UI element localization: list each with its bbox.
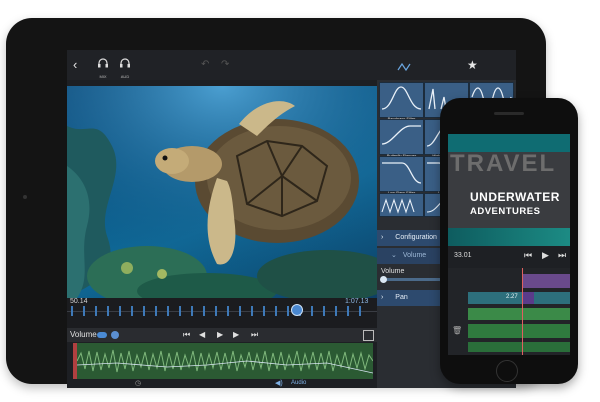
play-icon[interactable]: ▶ [217,328,223,342]
undo-icon[interactable]: ↶ [201,50,209,80]
phone-transport: 33.01 ⏮ ▶ ⏭ [448,246,570,268]
timecode-right: 1:07.13 [345,298,369,305]
clip-time: 2.27 [506,294,518,300]
chevron-right-icon: › [381,294,384,301]
track-label: Volume [70,330,97,339]
phone-screen: TRAVEL UNDERWATER ADVENTURES 33.01 ⏮ ▶ ⏭… [448,134,570,355]
top-toolbar: ‹ MIX AUD ↶ ↷ ★ [67,50,516,80]
bandpass-icon [381,86,422,110]
phone-timeline[interactable]: 2.27 🗑 [448,268,570,355]
phone-timecode: 33.01 [454,252,472,259]
audio-waveform-track[interactable] [77,343,373,379]
skip-end-icon[interactable]: ⏭ [251,328,258,342]
video-preview[interactable] [67,86,377,298]
skip-start-icon[interactable]: ⏮ [183,328,190,342]
tablet-camera [23,195,27,199]
back-icon[interactable]: ‹ [73,50,77,80]
phone-playhead[interactable] [522,268,523,355]
clip-purple-marker[interactable] [522,292,534,304]
title-preview[interactable]: TRAVEL UNDERWATER ADVENTURES [448,134,570,246]
playhead-knob[interactable] [291,304,303,316]
wave-icon [381,198,415,214]
clock-icon[interactable]: ◷ [135,379,141,388]
fx-tile-lowpass[interactable]: Low Pass Filter [379,156,424,195]
phone-speaker [494,112,524,115]
phone-skip-start-icon[interactable]: ⏮ [524,250,532,261]
bottom-bar: ◷ ◀) Audio [67,379,377,388]
title-line-2: ADVENTURES [470,206,541,217]
phone-play-icon[interactable]: ▶ [542,250,549,261]
track-start-marker [73,343,77,379]
flanger-icon [381,125,421,145]
clip-audio-1[interactable] [468,308,570,320]
headphones-aud-button[interactable]: AUD [119,56,131,79]
title-line-1: UNDERWATER [470,190,560,204]
routing-icon [397,62,411,72]
track-control-bar: Volume ⏮ ◀ ▶ ▶ ⏭ [67,328,377,342]
trash-icon[interactable]: 🗑 [452,326,462,335]
headphones-icon [98,58,108,68]
waveform-graphic [77,343,373,379]
step-forward-icon[interactable]: ▶ [233,328,239,342]
configuration-label: Configuration [395,234,437,241]
title-background-text: TRAVEL [450,150,557,177]
routing-button[interactable] [397,59,411,77]
step-back-icon[interactable]: ◀ [199,328,205,342]
fx-tile-flanger[interactable]: Butterfly Flanger [379,119,424,158]
export-icon[interactable] [363,330,374,341]
chevron-down-icon: ⌄ [391,252,397,259]
redo-icon[interactable]: ↷ [221,50,229,80]
scrub-ticks [71,306,371,316]
timecode-left: 50.14 [70,298,88,305]
sea-turtle-image [67,86,377,298]
volume-toggle[interactable] [97,332,107,338]
fx-tile-row4a[interactable] [379,193,424,217]
pan-label: Pan [395,294,408,301]
headphone-label: MIX [99,74,107,79]
record-dot-icon[interactable] [111,331,119,339]
headphones-icon [120,58,130,68]
home-button[interactable] [496,360,518,382]
headphones-mix-button[interactable]: MIX [97,56,109,79]
title-bottom-strip [448,228,570,246]
clip-purple-top[interactable] [522,274,570,288]
phone-skip-end-icon[interactable]: ⏭ [558,250,566,261]
volume-slider-thumb[interactable] [380,276,387,283]
clip-audio-2[interactable] [468,324,570,338]
lowpass-icon [382,162,422,184]
fx-tile-bandpass[interactable]: Bandpass Filter [379,82,424,121]
timeline-scrubber[interactable]: 50.14 1:07.13 [67,298,377,328]
chevron-right-icon: › [381,234,384,241]
volume-item-label: Volume [402,252,427,259]
clip-video-strip[interactable]: 2.27 [468,292,570,304]
audio-label: Audio [291,380,307,386]
headphone-label: AUD [120,74,130,79]
volume-param-label: Volume [381,268,405,275]
star-icon[interactable]: ★ [467,50,478,80]
clip-audio-3[interactable] [468,342,570,352]
speaker-icon[interactable]: ◀) [275,379,283,388]
